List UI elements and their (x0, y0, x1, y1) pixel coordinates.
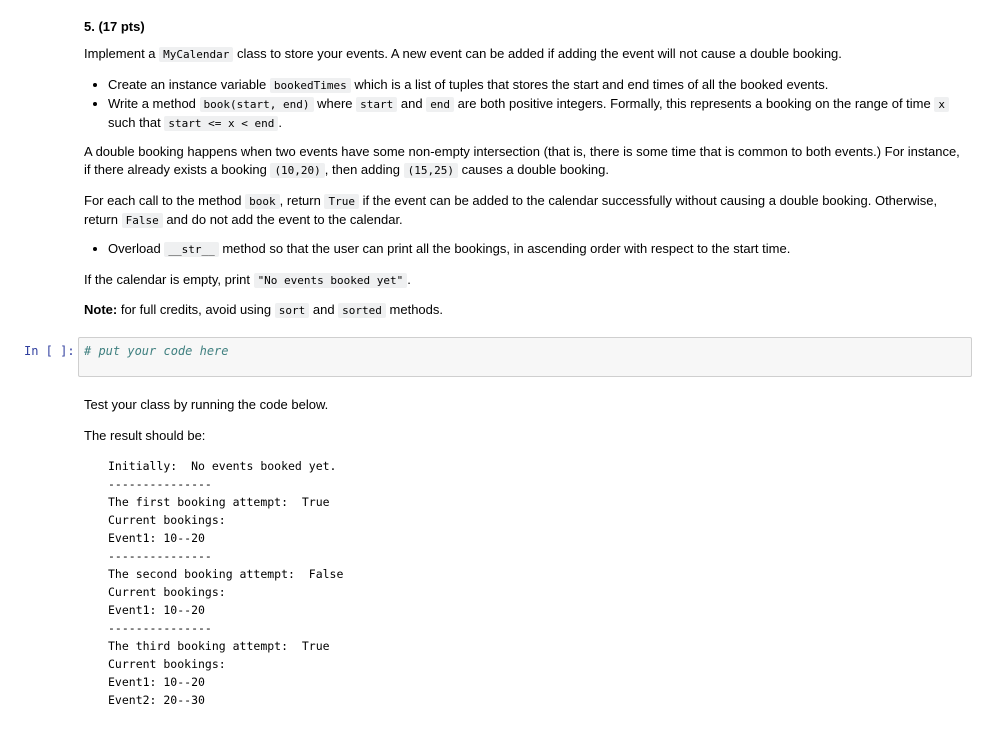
return-paragraph: For each call to the method book, return… (84, 193, 938, 228)
note-paragraph: Note: for full credits, avoid using sort… (84, 302, 444, 318)
test-paragraph: Test your class by running the code belo… (84, 397, 329, 412)
intro-paragraph: Implement a MyCalendar class to store yo… (84, 46, 842, 62)
str-list: Overload __str__ method so that the user… (84, 240, 964, 259)
requirements-list: Create an instance variable bookedTimes … (84, 76, 964, 133)
result-paragraph: The result should be: (84, 428, 206, 443)
list-item: Create an instance variable bookedTimes … (108, 76, 964, 95)
cell-prompt: In [ ]: (24, 344, 75, 358)
empty-paragraph: If the calendar is empty, print "No even… (84, 272, 411, 288)
list-item: Write a method book(start, end) where st… (108, 95, 964, 133)
question-heading: 5. (17 pts) (84, 19, 145, 34)
code-cell-input[interactable]: # put your code here (78, 337, 972, 377)
list-item: Overload __str__ method so that the user… (108, 240, 964, 259)
expected-output: Initially: No events booked yet. -------… (108, 459, 344, 707)
double-booking-paragraph: A double booking happens when two events… (84, 144, 960, 178)
